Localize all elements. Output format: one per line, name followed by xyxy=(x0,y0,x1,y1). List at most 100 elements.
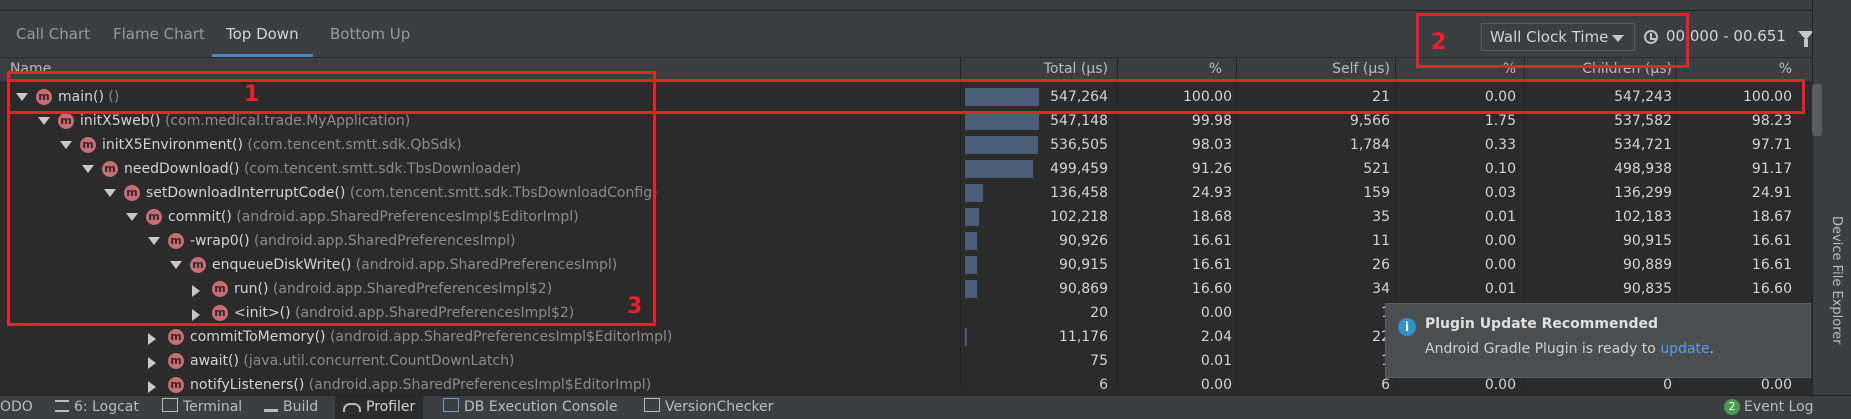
method-label: enqueueDiskWrite() xyxy=(212,257,352,273)
method-label: -wrap0() xyxy=(190,233,250,249)
method-icon: m xyxy=(168,329,184,345)
cell-children-pct: 16.60 xyxy=(1751,281,1792,297)
cell-self: 1 xyxy=(1240,349,1390,373)
cell-children-pct: 100.00 xyxy=(1743,89,1792,105)
column-header-children[interactable]: Children (μs) xyxy=(1530,58,1672,81)
table-row[interactable]: m enqueueDiskWrite() (android.app.SharedP… xyxy=(0,253,1812,277)
cell-children: 90,889 xyxy=(1623,257,1672,273)
plugin-update-notification: i Plugin Update Recommended Android Grad… xyxy=(1385,303,1811,378)
cell-total-pct: 0.00 xyxy=(1200,305,1232,321)
expand-arrow-icon[interactable] xyxy=(148,357,156,369)
tab-top-down[interactable]: Top Down xyxy=(212,11,313,57)
table-row[interactable]: m needDownload() (com.tencent.smtt.sdk.Tb… xyxy=(0,157,1812,181)
method-icon: m xyxy=(146,209,162,225)
annotation-label-3: 3 xyxy=(627,294,643,319)
cell-total-pct: 0.01 xyxy=(1200,353,1232,369)
table-row[interactable]: m main() () 547,264 100.00 21 0.00 547,243 100.… xyxy=(0,85,1812,109)
method-label: setDownloadInterruptCode() xyxy=(146,185,346,201)
expand-arrow-icon[interactable] xyxy=(192,285,200,297)
method-icon: m xyxy=(168,377,184,393)
method-icon: m xyxy=(168,233,184,249)
column-header-self[interactable]: Self (μs) xyxy=(1240,58,1390,81)
table-row[interactable]: m initX5Environment() (com.tencent.smtt.s… xyxy=(0,133,1812,157)
clock-type-select[interactable]: Wall Clock Time xyxy=(1481,23,1635,51)
method-name: commitToMemory() (android.app.SharedPref… xyxy=(190,325,672,349)
cell-total: 75 xyxy=(1090,353,1108,369)
table-row[interactable]: m initX5web() (com.medical.trade.MyApplic… xyxy=(0,109,1812,133)
class-label: (android.app.SharedPreferencesImpl$2) xyxy=(294,305,575,321)
terminal-tool-button[interactable]: Terminal xyxy=(162,396,242,419)
method-icon: m xyxy=(168,353,184,369)
method-name: needDownload() (com.tencent.smtt.sdk.Tbs… xyxy=(124,157,521,181)
cell-self: 159 xyxy=(1363,185,1390,201)
column-header-children-pct[interactable]: % xyxy=(1680,58,1792,81)
method-name: commit() (android.app.SharedPreferencesI… xyxy=(168,205,579,229)
cell-total: 547,148 xyxy=(1050,113,1108,129)
notification-text: Android Gradle Plugin is ready to xyxy=(1425,341,1661,357)
cell-self: 11 xyxy=(1372,233,1390,249)
cell-self: 22 xyxy=(1372,329,1390,345)
table-row[interactable]: m commit() (android.app.SharedPreferences… xyxy=(0,205,1812,229)
tab-call-chart[interactable]: Call Chart xyxy=(2,11,104,57)
expand-arrow-icon[interactable] xyxy=(192,309,200,321)
table-row[interactable]: m run() (android.app.SharedPreferencesImp… xyxy=(0,277,1812,301)
cell-self: 6 xyxy=(1381,377,1390,393)
table-row[interactable]: m setDownloadInterruptCode() (com.tencent… xyxy=(0,181,1812,205)
cell-total: 6 xyxy=(1099,377,1108,393)
method-name: await() (java.util.concurrent.CountDownL… xyxy=(190,349,514,373)
cell-children: 136,299 xyxy=(1614,185,1672,201)
update-link[interactable]: update xyxy=(1660,341,1709,357)
expand-arrow-icon[interactable] xyxy=(148,333,156,345)
db-console-tool-button[interactable]: DB Execution Console xyxy=(443,396,618,419)
cell-self-pct: 0.33 xyxy=(1484,137,1516,153)
collapse-arrow-icon[interactable] xyxy=(170,261,182,269)
cell-children-pct: 97.71 xyxy=(1751,137,1792,153)
todo-tool-button[interactable]: ODO xyxy=(0,396,33,419)
collapse-arrow-icon[interactable] xyxy=(126,213,138,221)
method-name: initX5Environment() (com.tencent.smtt.sd… xyxy=(102,133,462,157)
version-checker-tool-button[interactable]: VersionChecker xyxy=(644,396,773,419)
cell-total: 90,915 xyxy=(1059,257,1108,273)
collapse-arrow-icon[interactable] xyxy=(60,141,72,149)
expand-arrow-icon[interactable] xyxy=(148,381,156,393)
event-log-tool-button[interactable]: 2 Event Log xyxy=(1724,396,1814,419)
window-top-strip xyxy=(0,0,1851,11)
cell-self: 9,566 xyxy=(1349,113,1390,129)
column-header-name[interactable]: Name xyxy=(10,58,51,81)
cell-children: 537,582 xyxy=(1614,113,1672,129)
cell-total: 136,458 xyxy=(1050,185,1108,201)
cell-children-pct: 18.67 xyxy=(1751,209,1792,225)
table-row[interactable]: m -wrap0() (android.app.SharedPreferences… xyxy=(0,229,1812,253)
profiler-tool-button[interactable]: Profiler xyxy=(335,396,424,419)
cell-total: 102,218 xyxy=(1050,209,1108,225)
collapse-arrow-icon[interactable] xyxy=(104,189,116,197)
collapse-arrow-icon[interactable] xyxy=(38,117,50,125)
method-icon: m xyxy=(58,113,74,129)
column-header-total[interactable]: Total (μs) xyxy=(970,58,1108,81)
vertical-scrollbar[interactable] xyxy=(1812,84,1822,136)
annotation-label-1: 1 xyxy=(244,82,260,107)
tab-bottom-up[interactable]: Bottom Up xyxy=(316,11,424,57)
column-header-self-pct[interactable]: % xyxy=(1400,58,1516,81)
tab-flame-chart[interactable]: Flame Chart xyxy=(99,11,219,57)
bottom-tool-bar: ODO 6: Logcat Terminal Build Profiler DB… xyxy=(0,395,1851,419)
collapse-arrow-icon[interactable] xyxy=(16,93,28,101)
collapse-arrow-icon[interactable] xyxy=(148,237,160,245)
cell-total-pct: 99.98 xyxy=(1191,113,1232,129)
method-name: -wrap0() (android.app.SharedPreferencesI… xyxy=(190,229,516,253)
method-label: initX5web() xyxy=(80,113,161,129)
logcat-tool-button[interactable]: 6: Logcat xyxy=(55,396,139,419)
method-icon: m xyxy=(190,257,206,273)
method-label: await() xyxy=(190,353,239,369)
device-file-explorer-tab[interactable]: Device File Explorer xyxy=(1820,216,1844,366)
column-header-total-pct[interactable]: % xyxy=(1120,58,1222,81)
class-label: (com.tencent.smtt.sdk.TbsDownloader) xyxy=(243,161,522,177)
method-label: run() xyxy=(234,281,269,297)
method-name: initX5web() (com.medical.trade.MyApplica… xyxy=(80,109,410,133)
build-tool-button[interactable]: Build xyxy=(264,396,318,419)
cell-self-pct: 0.00 xyxy=(1484,233,1516,249)
cell-total: 90,926 xyxy=(1059,233,1108,249)
collapse-arrow-icon[interactable] xyxy=(82,165,94,173)
event-log-label: Event Log xyxy=(1744,399,1814,415)
cell-self-pct: 0.10 xyxy=(1484,161,1516,177)
